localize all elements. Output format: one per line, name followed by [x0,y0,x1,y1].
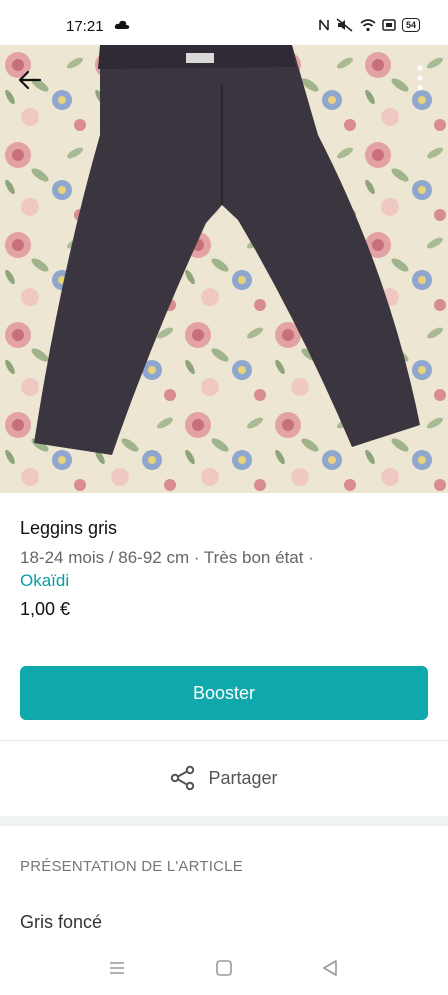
mute-icon [336,18,353,32]
nav-home-icon[interactable] [215,959,233,977]
item-info: Leggins gris 18-24 mois / 86-92 cm · Trè… [20,510,428,620]
status-icons: 54 [318,18,420,32]
item-meta: 18-24 mois / 86-92 cm · Très bon état · [20,548,314,567]
status-time: 17:21 [66,18,104,35]
section-title: PRÉSENTATION DE L'ARTICLE [20,858,243,875]
nav-menu-icon[interactable] [108,960,126,976]
cloud-icon [114,20,130,29]
cast-icon [382,19,396,31]
divider [0,740,448,741]
booster-button[interactable]: Booster [20,666,428,720]
nfc-icon [319,19,329,31]
more-vertical-icon[interactable] [416,64,424,94]
item-description: Gris foncé [20,912,103,932]
share-button[interactable]: Partager [0,742,448,814]
wifi-icon [360,19,376,32]
nav-back-icon[interactable] [321,959,339,977]
item-title: Leggins gris [20,518,118,538]
item-brand-link[interactable]: Okaïdi [20,571,428,591]
status-bar: 17:21 54 [0,0,448,48]
system-nav-bar [0,950,448,995]
share-label: Partager [208,767,278,788]
battery-icon: 54 [401,18,420,32]
back-arrow-icon[interactable] [16,66,44,94]
section-separator [0,816,448,826]
item-price: 1,00 € [20,599,71,619]
product-photo[interactable] [0,45,448,493]
share-icon [171,765,195,791]
